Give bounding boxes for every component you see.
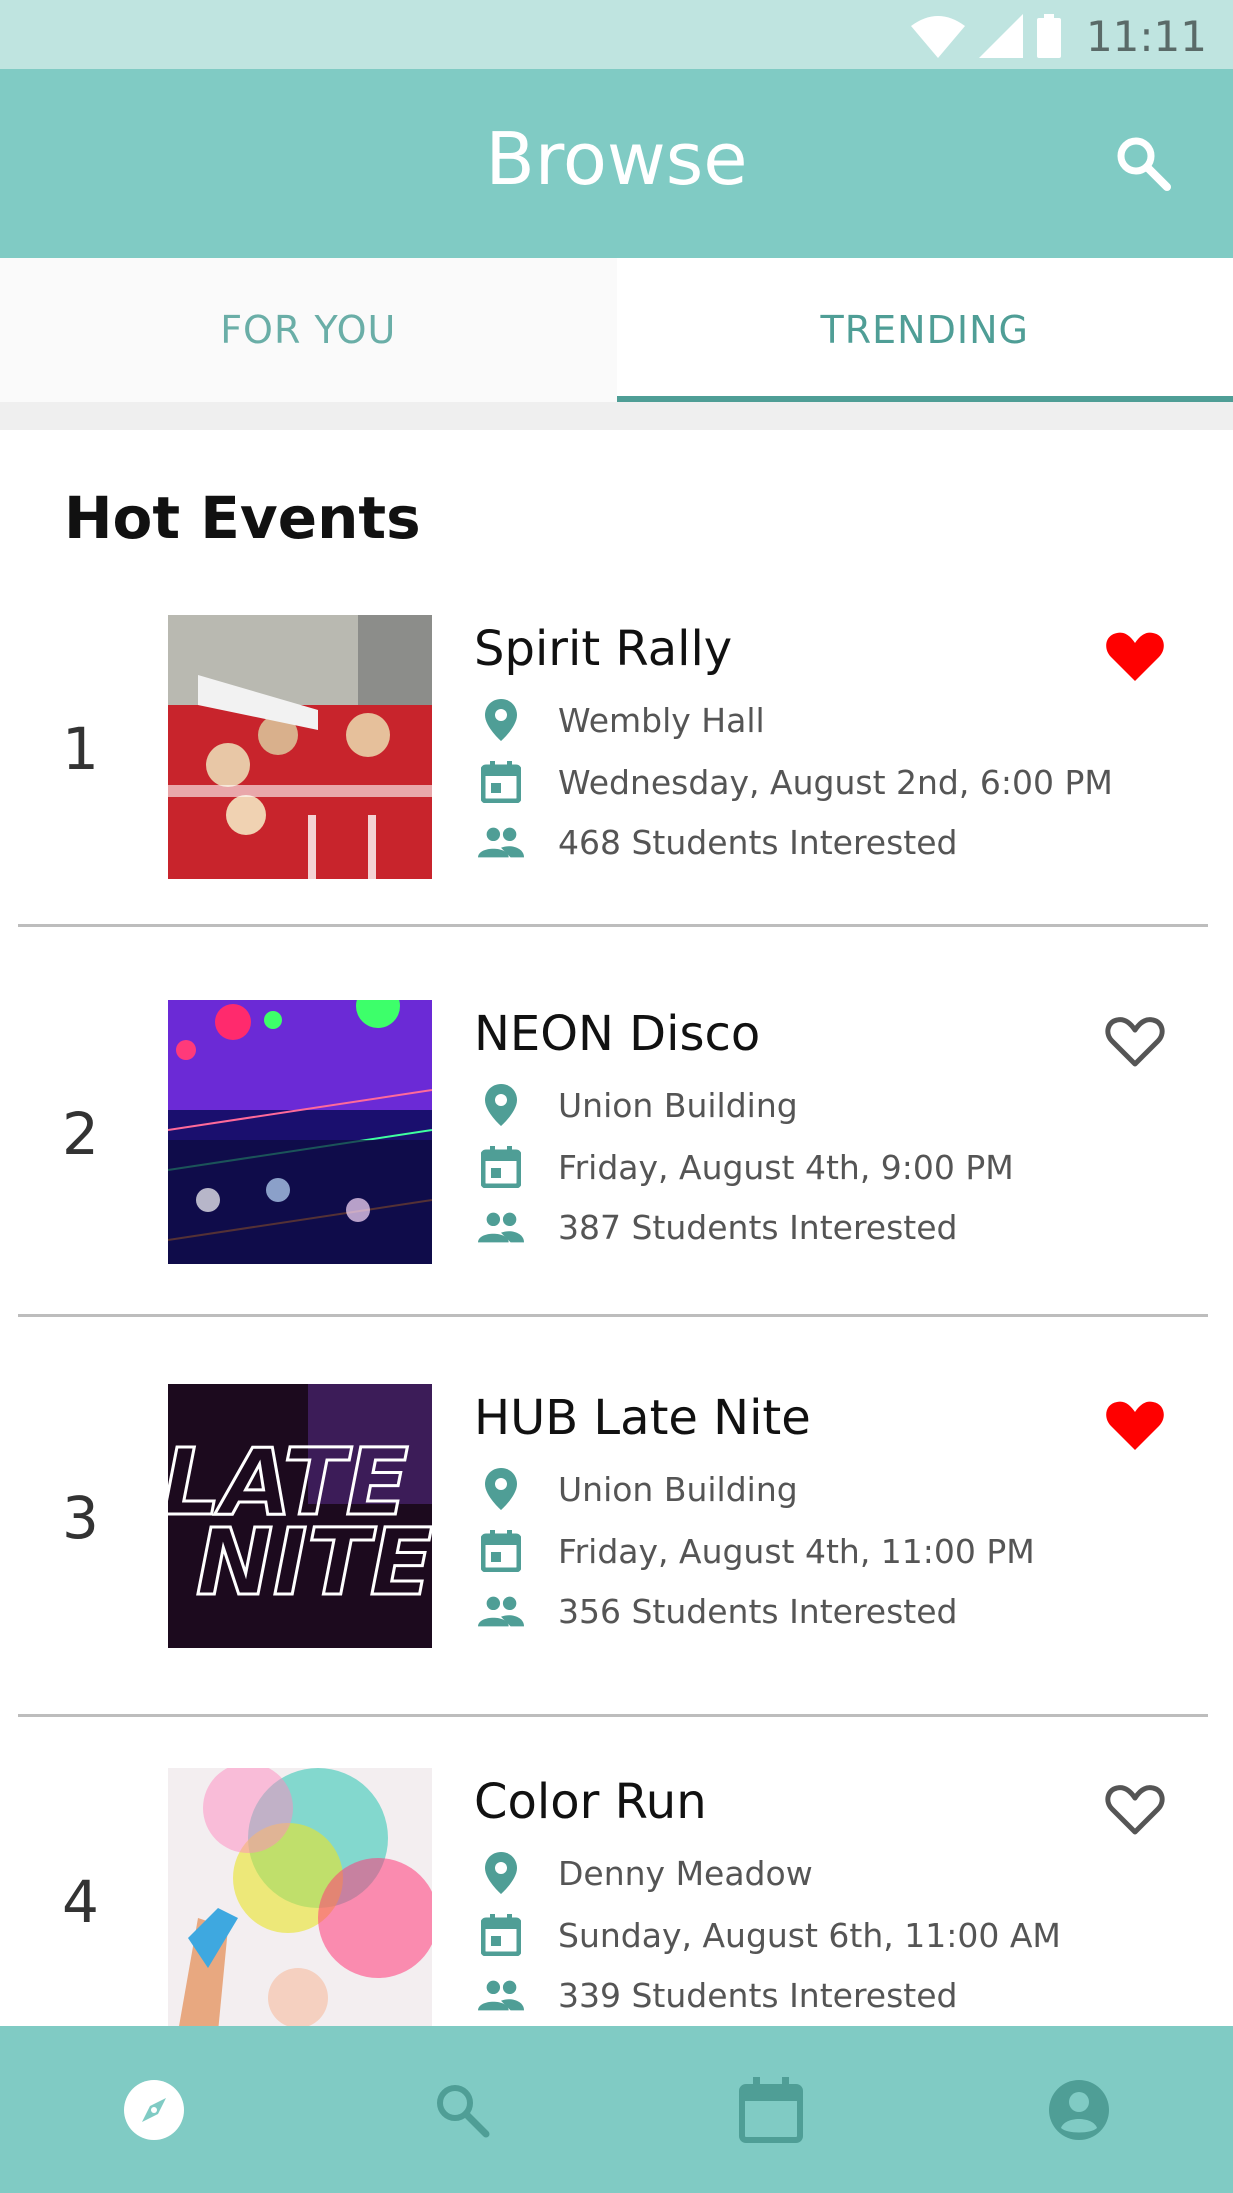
people-icon [478, 827, 524, 858]
calendar-icon [481, 761, 521, 803]
event-interest-row: 387 Students Interested [478, 1204, 957, 1250]
event-name: Spirit Rally [474, 621, 733, 677]
account-icon[interactable] [1047, 2078, 1111, 2142]
event-location-row: Union Building [478, 1082, 798, 1128]
event-date-row: Wednesday, August 2nd, 6:00 PM [478, 759, 1113, 805]
list-item[interactable]: 4 Color Run Denny Meadow Sunday, August … [0, 1768, 1233, 2026]
event-rank: 2 [62, 1100, 99, 1168]
wifi-icon [911, 16, 965, 58]
event-rank: 4 [62, 1868, 99, 1936]
event-image [168, 1768, 432, 2026]
event-interested: 339 Students Interested [558, 1975, 958, 2015]
nav-search[interactable] [308, 2026, 616, 2193]
search-icon[interactable] [1113, 133, 1173, 193]
tab-bar: FOR YOU TRENDING [0, 258, 1233, 402]
signal-icon [979, 14, 1023, 58]
event-location-row: Denny Meadow [478, 1850, 813, 1896]
event-location-row: Wembly Hall [478, 697, 765, 743]
nav-profile[interactable] [925, 2026, 1233, 2193]
event-date-row: Friday, August 4th, 11:00 PM [478, 1528, 1035, 1574]
people-icon [478, 1212, 524, 1243]
event-datetime: Friday, August 4th, 11:00 PM [558, 1531, 1035, 1571]
calendar-icon [481, 1914, 521, 1956]
list-item[interactable]: 2 NEON Disco Union Building Friday, Augu… [0, 1000, 1233, 1384]
location-pin-icon [485, 1852, 517, 1894]
compass-icon[interactable] [122, 2078, 186, 2142]
search-icon[interactable] [432, 2080, 492, 2140]
section-title: Hot Events [64, 484, 421, 552]
list-item[interactable]: 3 LATE NITE HUB Late Nite Union Building… [0, 1384, 1233, 1768]
nav-browse[interactable] [0, 2026, 308, 2193]
list-item[interactable]: 1 Spirit Rally Wembly Hall Wednesday, Au… [0, 615, 1233, 999]
event-datetime: Friday, August 4th, 9:00 PM [558, 1147, 1014, 1187]
list-divider [18, 924, 1208, 927]
event-datetime: Sunday, August 6th, 11:00 AM [558, 1915, 1061, 1955]
heart-outline-icon[interactable] [1103, 1008, 1167, 1072]
event-interested: 356 Students Interested [558, 1591, 958, 1631]
event-location: Wembly Hall [558, 700, 765, 740]
tab-trending[interactable]: TRENDING [616, 258, 1233, 402]
page-title: Browse [485, 117, 748, 201]
calendar-icon [481, 1146, 521, 1188]
event-image [168, 1000, 432, 1264]
battery-icon [1037, 14, 1061, 58]
event-image: LATE NITE [168, 1384, 432, 1648]
event-interested: 468 Students Interested [558, 822, 958, 862]
event-datetime: Wednesday, August 2nd, 6:00 PM [558, 762, 1113, 802]
event-rank: 1 [62, 715, 99, 783]
event-interested: 387 Students Interested [558, 1207, 958, 1247]
calendar-icon[interactable] [738, 2076, 803, 2143]
svg-text:NITE: NITE [196, 1509, 432, 1616]
list-divider [18, 1314, 1208, 1317]
event-rank: 3 [62, 1484, 99, 1552]
event-date-row: Sunday, August 6th, 11:00 AM [478, 1912, 1061, 1958]
event-location-row: Union Building [478, 1466, 798, 1512]
tab-for-you[interactable]: FOR YOU [0, 258, 617, 402]
event-interest-row: 339 Students Interested [478, 1972, 957, 2018]
hot-events-list: Hot Events 1 Spirit Rally Wembly Hall We… [0, 430, 1233, 2026]
heart-filled-icon[interactable] [1103, 1392, 1167, 1456]
event-interest-row: 356 Students Interested [478, 1588, 957, 1634]
app-bar: Browse [0, 69, 1233, 258]
event-location: Union Building [558, 1085, 798, 1125]
divider [0, 402, 1233, 430]
list-divider [18, 1714, 1208, 1717]
nav-calendar[interactable] [617, 2026, 925, 2193]
event-image [168, 615, 432, 879]
event-name: NEON Disco [474, 1006, 761, 1062]
heart-filled-icon[interactable] [1103, 623, 1167, 687]
status-time: 11:11 [1085, 12, 1207, 61]
calendar-icon [481, 1530, 521, 1572]
event-interest-row: 468 Students Interested [478, 819, 957, 865]
event-location: Denny Meadow [558, 1853, 813, 1893]
people-icon [478, 1980, 524, 2011]
event-date-row: Friday, August 4th, 9:00 PM [478, 1144, 1014, 1190]
event-name: HUB Late Nite [474, 1390, 811, 1446]
people-icon [478, 1596, 524, 1627]
event-location: Union Building [558, 1469, 798, 1509]
status-icons [911, 14, 1061, 58]
status-bar: 11:11 [0, 0, 1233, 69]
location-pin-icon [485, 1084, 517, 1126]
bottom-nav [0, 2026, 1233, 2193]
location-pin-icon [485, 1468, 517, 1510]
location-pin-icon [485, 699, 517, 741]
heart-outline-icon[interactable] [1103, 1776, 1167, 1840]
event-name: Color Run [474, 1774, 707, 1830]
